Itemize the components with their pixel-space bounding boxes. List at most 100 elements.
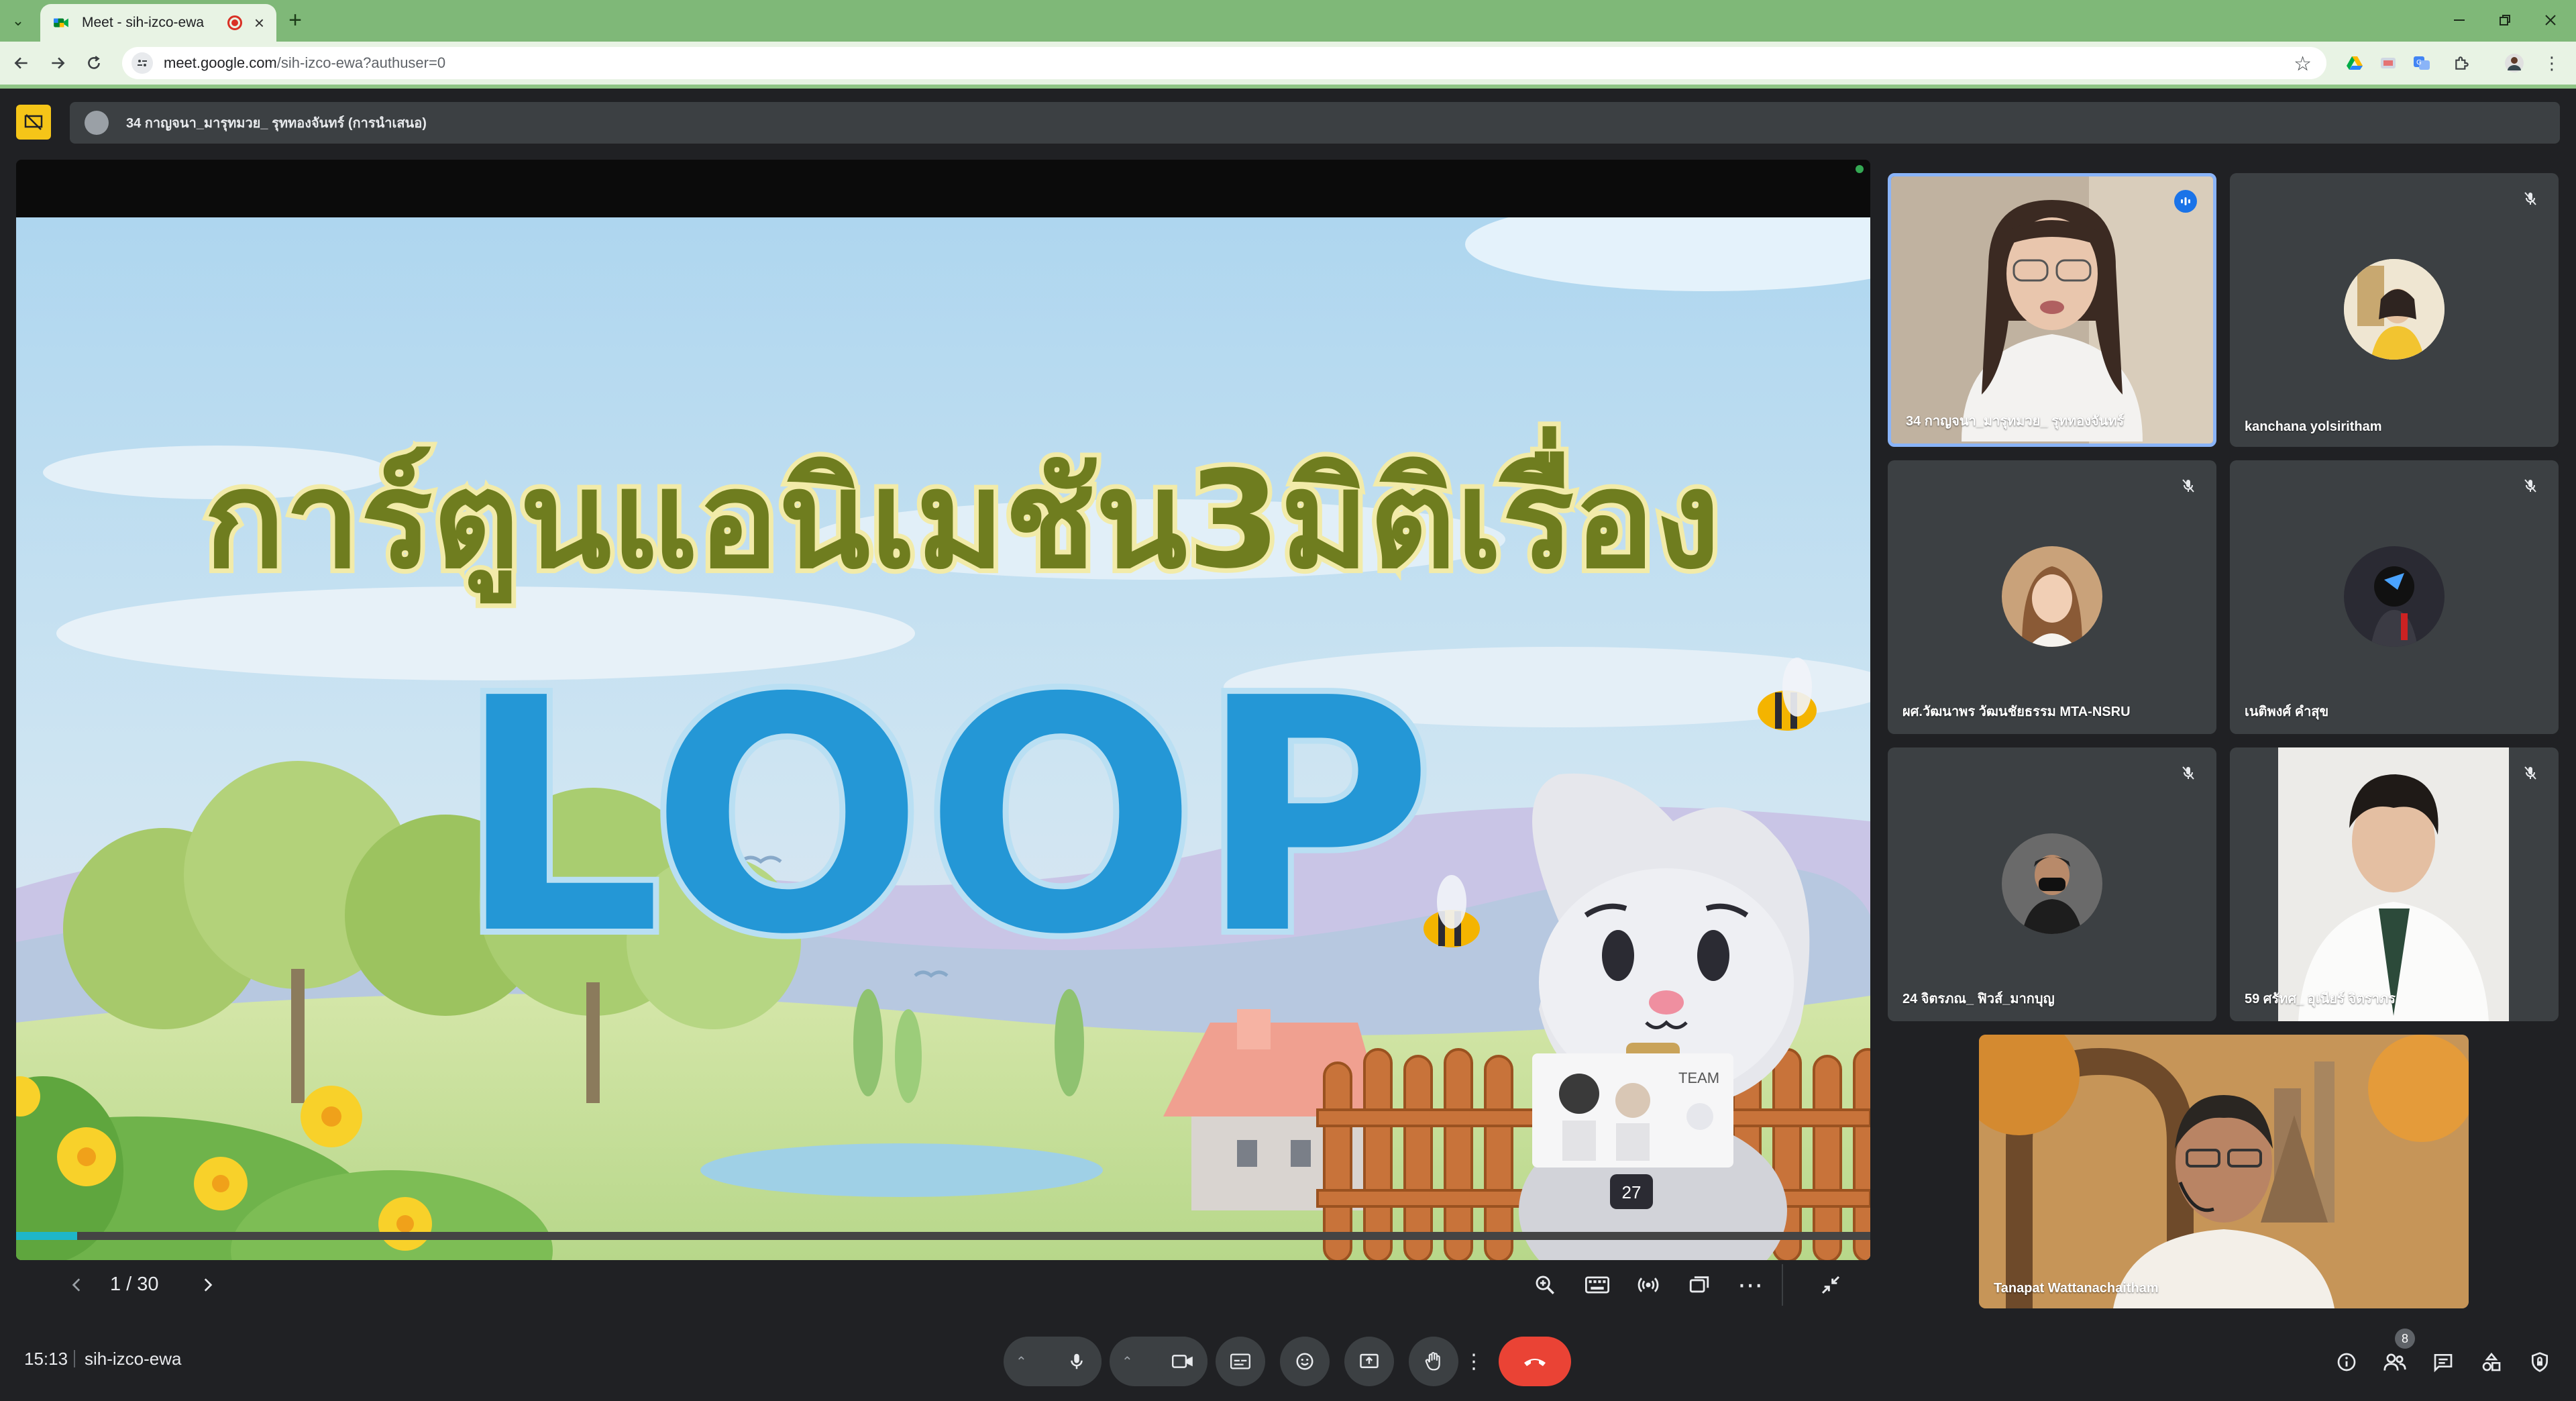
next-slide-button[interactable] bbox=[192, 1269, 223, 1300]
presenter-avatar bbox=[85, 111, 109, 135]
participant-tile[interactable]: Tanapat Wattanachaitham bbox=[1979, 1035, 2469, 1308]
presenter-label: 34 กาญจนา_มารุทมวย_ รุททองจันทร์ (การนำเ… bbox=[126, 116, 427, 131]
google-drive-extension-icon[interactable] bbox=[2343, 51, 2367, 75]
participant-name: 59 ศรัทศ_ อุเนียร์ จิตราภร bbox=[2245, 992, 2396, 1006]
minimize-window-icon[interactable] bbox=[2439, 5, 2479, 35]
slide-progress-bar bbox=[16, 1232, 1870, 1240]
browser-toolbar: meet.google.com/sih-izco-ewa?authuser=0 … bbox=[0, 42, 2576, 85]
keyboard-icon[interactable] bbox=[1580, 1268, 1614, 1302]
back-arrow-icon[interactable] bbox=[7, 48, 36, 78]
slide-title-thai: การ์ตูนแอนิเมชัน3มิติเรื่อง bbox=[204, 426, 1720, 604]
present-screen-button[interactable] bbox=[1344, 1337, 1394, 1386]
slide-title-en: LOOP bbox=[457, 630, 1434, 1005]
recording-indicator-icon bbox=[227, 15, 242, 30]
chat-icon[interactable] bbox=[2427, 1346, 2459, 1378]
audio-options-chevron-icon[interactable]: ⌃ bbox=[1016, 1353, 1027, 1370]
present-screen-icon bbox=[1360, 1353, 1379, 1368]
muted-mic-icon bbox=[2176, 474, 2200, 498]
more-options-icon[interactable]: ⋮ bbox=[1457, 1337, 1491, 1386]
new-tab-button[interactable]: + bbox=[282, 7, 309, 34]
participant-name: ผศ.วัฒนาพร วัฒนชัยธรรม MTA-NSRU bbox=[1902, 705, 2131, 719]
microphone-button[interactable] bbox=[1052, 1337, 1102, 1386]
host-controls-icon[interactable] bbox=[2524, 1346, 2556, 1378]
toolbar-divider bbox=[0, 85, 2576, 89]
participant-name: 24 จิตรภณ_ ฟิวส์_มากบุญ bbox=[1902, 992, 2055, 1006]
participant-name: เนติพงศ์ คำสุข bbox=[2245, 705, 2329, 719]
meeting-clock: 15:13 bbox=[24, 1349, 68, 1369]
zoom-icon[interactable] bbox=[1528, 1268, 1562, 1302]
screen-capture-extension-icon[interactable] bbox=[2376, 51, 2400, 75]
captions-button[interactable] bbox=[1216, 1337, 1265, 1386]
speaking-indicator-icon bbox=[2174, 190, 2197, 213]
exit-fullscreen-icon[interactable] bbox=[1814, 1268, 1847, 1302]
slide-team-card-label: TEAM bbox=[1678, 1070, 1719, 1086]
presentation-slide: TEAM การ์ตูนแอนิเมชัน3มิติเรื่อง LOOP 27 bbox=[16, 217, 1870, 1260]
emoji-icon bbox=[1296, 1353, 1313, 1370]
reload-icon[interactable] bbox=[79, 48, 109, 78]
google-meet-favicon-icon bbox=[54, 18, 68, 28]
microphone-icon bbox=[1071, 1353, 1083, 1369]
broadcast-icon[interactable] bbox=[1631, 1268, 1665, 1302]
translate-extension-icon[interactable]: G bbox=[2410, 51, 2434, 75]
people-icon[interactable] bbox=[2379, 1346, 2411, 1378]
meeting-code: sih-izco-ewa bbox=[85, 1349, 182, 1369]
muted-mic-icon bbox=[2518, 474, 2542, 498]
profile-avatar-icon[interactable] bbox=[2502, 51, 2526, 75]
tab-close-icon[interactable]: × bbox=[254, 13, 264, 34]
participant-video bbox=[2278, 747, 2509, 1021]
restore-window-icon[interactable] bbox=[2485, 5, 2525, 35]
avatar bbox=[2002, 546, 2102, 647]
hang-up-phone-icon bbox=[1524, 1359, 1546, 1366]
slide-counter: 1 / 30 bbox=[110, 1274, 159, 1295]
leave-call-button[interactable] bbox=[1499, 1337, 1571, 1386]
participant-name: Tanapat Wattanachaitham bbox=[1994, 1281, 2159, 1296]
more-slide-options-icon[interactable]: ⋯ bbox=[1733, 1268, 1767, 1302]
tab-title: Meet - sih-izco-ewa bbox=[82, 15, 205, 30]
meeting-details-icon[interactable] bbox=[2330, 1346, 2363, 1378]
microphone-control-group: ⌃ bbox=[1004, 1337, 1102, 1386]
participant-tile[interactable]: เนติพงศ์ คำสุข bbox=[2230, 460, 2559, 734]
stop-presenting-icon[interactable] bbox=[16, 105, 51, 140]
captions-icon bbox=[1230, 1353, 1250, 1369]
url-text: meet.google.com/sih-izco-ewa?authuser=0 bbox=[164, 54, 446, 71]
participant-tile[interactable]: ผศ.วัฒนาพร วัฒนชัยธรรม MTA-NSRU bbox=[1888, 460, 2216, 734]
participant-video bbox=[1979, 1035, 2469, 1308]
muted-mic-icon bbox=[2518, 761, 2542, 785]
previous-slide-button[interactable] bbox=[62, 1269, 93, 1300]
live-indicator-dot bbox=[1856, 165, 1864, 173]
participant-tile[interactable]: 24 จิตรภณ_ ฟิวส์_มากบุญ bbox=[1888, 747, 2216, 1021]
raise-hand-icon bbox=[1425, 1352, 1440, 1371]
svg-text:G: G bbox=[2416, 59, 2422, 66]
slide-progress-fill bbox=[16, 1232, 78, 1240]
browser-tab-meet[interactable]: Meet - sih-izco-ewa × bbox=[40, 4, 276, 42]
camera-button[interactable] bbox=[1158, 1337, 1208, 1386]
clock-divider bbox=[74, 1350, 75, 1367]
avatar bbox=[2344, 546, 2445, 647]
presentation-title-bar: 34 กาญจนา_มารุทมวย_ รุททองจันทร์ (การนำเ… bbox=[70, 102, 2560, 144]
muted-mic-icon bbox=[2518, 187, 2542, 211]
bookmark-star-icon[interactable]: ☆ bbox=[2294, 52, 2312, 76]
site-info-icon[interactable] bbox=[131, 52, 153, 74]
presentation-stage[interactable]: TEAM การ์ตูนแอนิเมชัน3มิติเรื่อง LOOP 27 bbox=[16, 160, 1870, 1260]
slide-controls: 1 / 30 ⋯ bbox=[16, 1260, 1870, 1310]
address-bar[interactable]: meet.google.com/sih-izco-ewa?authuser=0 … bbox=[122, 47, 2326, 79]
forward-arrow-icon[interactable] bbox=[43, 48, 72, 78]
raise-hand-button[interactable] bbox=[1409, 1337, 1458, 1386]
activities-icon[interactable] bbox=[2475, 1346, 2508, 1378]
emoji-reactions-button[interactable] bbox=[1280, 1337, 1330, 1386]
slide-number-badge: 27 bbox=[1622, 1182, 1642, 1202]
close-window-icon[interactable] bbox=[2530, 5, 2571, 35]
participant-name: kanchana yolsiritham bbox=[2245, 419, 2382, 434]
muted-mic-icon bbox=[2176, 761, 2200, 785]
tab-search-chevron-icon[interactable]: ⌄ bbox=[7, 9, 30, 32]
participant-tile[interactable]: 34 กาญจนา_มารุทมวย_ รุททองจันทร์ bbox=[1888, 173, 2216, 447]
video-camera-icon bbox=[1172, 1355, 1193, 1368]
participant-tile[interactable]: kanchana yolsiritham bbox=[2230, 173, 2559, 447]
switch-screen-icon[interactable] bbox=[1682, 1268, 1716, 1302]
extensions-puzzle-icon[interactable] bbox=[2450, 51, 2474, 75]
avatar bbox=[2002, 833, 2102, 934]
video-options-chevron-icon[interactable]: ⌃ bbox=[1122, 1353, 1133, 1370]
browser-menu-icon[interactable]: ⋮ bbox=[2540, 51, 2564, 75]
camera-control-group: ⌃ bbox=[1110, 1337, 1208, 1386]
participant-tile[interactable]: 59 ศรัทศ_ อุเนียร์ จิตราภร bbox=[2230, 747, 2559, 1021]
